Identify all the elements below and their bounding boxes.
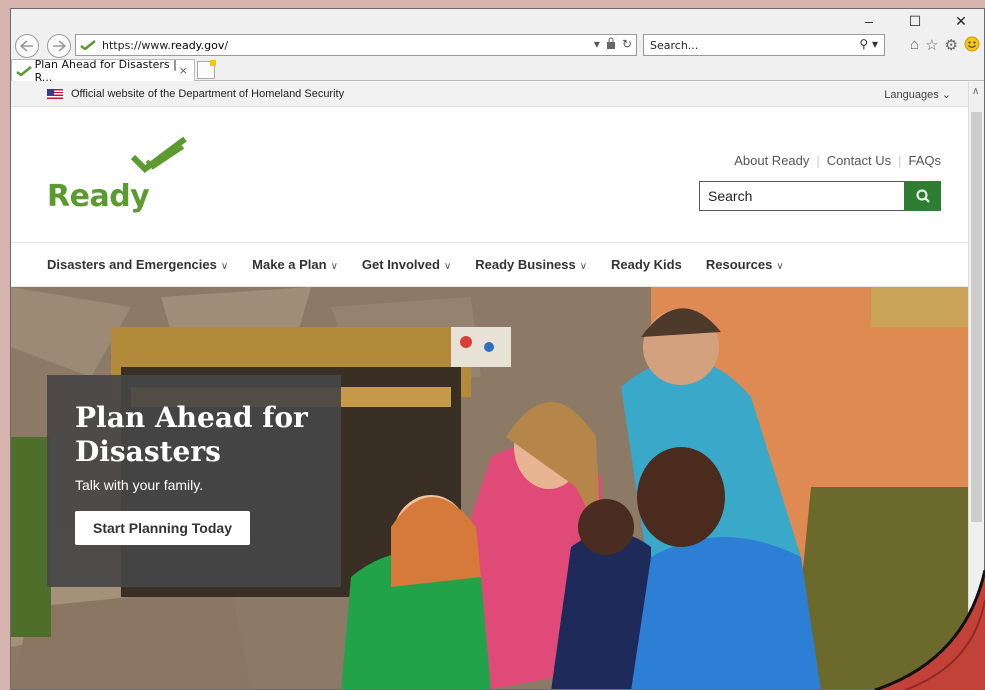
page-viewport: Official website of the Department of Ho… xyxy=(11,82,969,689)
dropdown-icon[interactable]: ▾ xyxy=(594,37,600,51)
scroll-up-icon[interactable]: ∧ xyxy=(972,86,979,97)
nav-item-resources[interactable]: Resources ∨ xyxy=(706,257,784,272)
home-icon[interactable]: ⌂ xyxy=(910,36,919,54)
hero-subtitle: Talk with your family. xyxy=(75,477,204,493)
window-caption: – ☐ ✕ xyxy=(846,9,984,33)
tab-title: Plan Ahead for Disasters | R... xyxy=(34,57,177,84)
site-search-placeholder: Search xyxy=(708,188,753,204)
logo-wordmark: Ready xyxy=(47,179,150,214)
faqs-link[interactable]: FAQs xyxy=(908,153,941,168)
hero-banner: Plan Ahead for Disasters Talk with your … xyxy=(11,287,969,689)
nav-item-label: Resources xyxy=(705,257,773,272)
chevron-down-icon: ∨ xyxy=(579,261,588,272)
languages-dropdown[interactable]: Languages ⌄ xyxy=(884,88,951,101)
nav-item-label: Make a Plan xyxy=(252,257,327,272)
nav-item-label: Disasters and Emergencies xyxy=(47,257,217,272)
favorites-icon[interactable]: ☆ xyxy=(925,36,938,54)
forward-button[interactable] xyxy=(47,34,71,58)
minimize-button[interactable]: – xyxy=(846,9,892,33)
nav-item-make-a-plan[interactable]: Make a Plan ∨ xyxy=(252,257,338,272)
tab-active[interactable]: Plan Ahead for Disasters | R... × xyxy=(11,57,195,84)
scrollbar-thumb[interactable] xyxy=(971,112,982,522)
nav-item-get-involved[interactable]: Get Involved ∨ xyxy=(362,257,451,272)
chevron-down-icon: ∨ xyxy=(220,261,229,272)
gov-banner: Official website of the Department of Ho… xyxy=(11,82,969,107)
close-button[interactable]: ✕ xyxy=(938,9,984,33)
about-ready-link[interactable]: About Ready xyxy=(734,153,809,168)
verified-check-icon xyxy=(80,40,96,50)
hero-callout: Plan Ahead for Disasters Talk with your … xyxy=(47,375,341,587)
nav-item-label: Get Involved xyxy=(361,257,440,272)
forward-icon xyxy=(53,40,66,52)
maximize-button[interactable]: ☐ xyxy=(892,9,938,33)
start-planning-button[interactable]: Start Planning Today xyxy=(75,511,250,545)
search-icon xyxy=(916,189,930,203)
page-curl-decoration xyxy=(874,570,985,690)
back-button[interactable] xyxy=(15,34,39,58)
site-favicon-icon xyxy=(16,65,32,76)
refresh-icon[interactable]: ↻ xyxy=(622,37,632,51)
site-header: Ready About Ready | Contact Us | FAQs Se… xyxy=(11,107,969,243)
chevron-down-icon: ∨ xyxy=(330,261,338,272)
site-search-input[interactable]: Search xyxy=(699,181,941,211)
ready-logo[interactable]: Ready xyxy=(47,135,187,220)
smiley-icon[interactable] xyxy=(964,36,980,52)
address-bar[interactable]: https://www.ready.gov/ ▾ ↻ xyxy=(75,34,637,56)
tab-bar: Plan Ahead for Disasters | R... × xyxy=(11,57,984,84)
nav-item-label: Ready Business xyxy=(475,257,576,272)
site-search-button[interactable] xyxy=(904,181,941,211)
main-nav: Disasters and Emergencies ∨ Make a Plan ∨ … xyxy=(11,243,969,287)
browser-search-placeholder: Search... xyxy=(650,38,699,52)
nav-item-label: Ready Kids xyxy=(611,257,682,272)
back-icon xyxy=(20,40,33,52)
nav-item-ready-kids[interactable]: Ready Kids xyxy=(611,257,682,272)
search-icon[interactable]: ⚲ ▾ xyxy=(859,37,878,51)
new-tab-icon[interactable] xyxy=(197,60,216,79)
nav-item-disasters[interactable]: Disasters and Emergencies ∨ xyxy=(47,257,228,272)
browser-window: – ☐ ✕ https://www.ready.gov/ ▾ ↻ Search.… xyxy=(10,8,985,690)
contact-us-link[interactable]: Contact Us xyxy=(827,153,891,168)
chevron-down-icon: ∨ xyxy=(443,261,452,272)
tab-close-icon[interactable]: × xyxy=(179,64,188,77)
address-row: https://www.ready.gov/ ▾ ↻ Search... ⚲ ▾… xyxy=(11,33,984,59)
flag-icon xyxy=(47,89,63,99)
utility-links: About Ready | Contact Us | FAQs xyxy=(734,153,941,168)
hero-title: Plan Ahead for Disasters xyxy=(75,401,308,468)
chevron-down-icon: ∨ xyxy=(776,261,784,272)
gov-banner-text: Official website of the Department of Ho… xyxy=(71,88,345,100)
browser-search-box[interactable]: Search... ⚲ ▾ xyxy=(643,34,885,56)
lock-icon xyxy=(606,37,615,49)
nav-item-ready-business[interactable]: Ready Business ∨ xyxy=(475,257,587,272)
logo-check-icon xyxy=(130,136,187,173)
url-text: https://www.ready.gov/ xyxy=(102,38,229,52)
settings-icon[interactable]: ⚙ xyxy=(945,36,958,54)
